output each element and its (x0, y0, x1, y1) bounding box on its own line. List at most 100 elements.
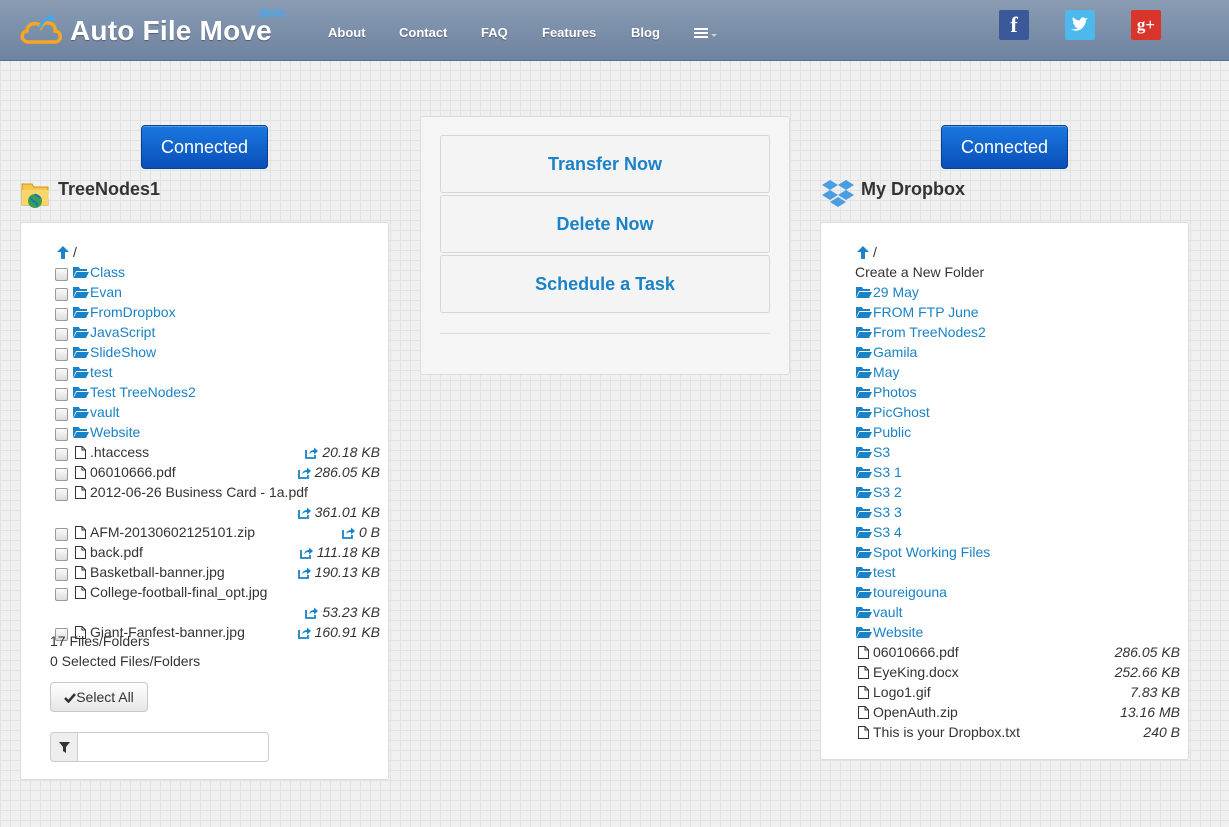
folder-row[interactable]: Evan (21, 283, 388, 303)
folder-name[interactable]: Website (90, 423, 140, 441)
folder-name[interactable]: Evan (90, 283, 122, 301)
schedule-task-button[interactable]: Schedule a Task (440, 255, 770, 313)
select-checkbox[interactable] (55, 328, 68, 341)
nav-blog[interactable]: Blog (631, 25, 660, 40)
folder-name[interactable]: FROM FTP June (873, 303, 979, 321)
googleplus-button[interactable]: g+ (1131, 10, 1161, 40)
folder-row[interactable]: vault (821, 603, 1188, 623)
share-link-icon[interactable] (299, 545, 313, 563)
select-checkbox[interactable] (55, 408, 68, 421)
folder-row[interactable]: Class (21, 263, 388, 283)
folder-row[interactable]: PicGhost (821, 403, 1188, 423)
folder-row[interactable]: FROM FTP June (821, 303, 1188, 323)
delete-now-button[interactable]: Delete Now (440, 195, 770, 253)
folder-name[interactable]: Photos (873, 383, 917, 401)
file-row[interactable]: Logo1.gif 7.83 KB (821, 683, 1188, 703)
folder-name[interactable]: S3 1 (873, 463, 902, 481)
folder-row[interactable]: Website (821, 623, 1188, 643)
folder-row[interactable]: FromDropbox (21, 303, 388, 323)
folder-row[interactable]: test (821, 563, 1188, 583)
file-row[interactable]: AFM-20130602125101.zip 0 B (21, 523, 388, 543)
transfer-now-button[interactable]: Transfer Now (440, 135, 770, 193)
folder-row[interactable]: toureigouna (821, 583, 1188, 603)
nav-features[interactable]: Features (542, 25, 596, 40)
folder-name[interactable]: toureigouna (873, 583, 947, 601)
select-checkbox[interactable] (55, 568, 68, 581)
folder-row[interactable]: Spot Working Files (821, 543, 1188, 563)
folder-name[interactable]: vault (873, 603, 903, 621)
folder-row[interactable]: Test TreeNodes2 (21, 383, 388, 403)
folder-row[interactable]: May (821, 363, 1188, 383)
select-checkbox[interactable] (55, 588, 68, 601)
facebook-button[interactable]: f (999, 10, 1029, 40)
folder-row[interactable]: S3 2 (821, 483, 1188, 503)
nav-contact[interactable]: Contact (399, 25, 447, 40)
file-row[interactable]: OpenAuth.zip 13.16 MB (821, 703, 1188, 723)
select-checkbox[interactable] (55, 488, 68, 501)
create-folder-link[interactable]: Create a New Folder (821, 263, 1188, 283)
folder-row[interactable]: Photos (821, 383, 1188, 403)
select-checkbox[interactable] (55, 268, 68, 281)
share-link-icon[interactable] (342, 525, 355, 543)
folder-row[interactable]: From TreeNodes2 (821, 323, 1188, 343)
folder-name[interactable]: Test TreeNodes2 (90, 383, 196, 401)
file-row[interactable]: Basketball-banner.jpg 190.13 KB (21, 563, 388, 583)
folder-row[interactable]: S3 (821, 443, 1188, 463)
file-row[interactable]: EyeKing.docx 252.66 KB (821, 663, 1188, 683)
select-checkbox[interactable] (55, 368, 68, 381)
file-row[interactable]: College-football-final_opt.jpg 53.23 KB (21, 583, 388, 620)
folder-name[interactable]: May (873, 363, 899, 381)
share-link-icon[interactable] (305, 605, 319, 623)
folder-name[interactable]: From TreeNodes2 (873, 323, 986, 341)
folder-name[interactable]: Class (90, 263, 125, 281)
folder-row[interactable]: vault (21, 403, 388, 423)
twitter-button[interactable] (1065, 10, 1095, 40)
folder-name[interactable]: vault (90, 403, 120, 421)
folder-row[interactable]: SlideShow (21, 343, 388, 363)
select-checkbox[interactable] (55, 448, 68, 461)
folder-row[interactable]: Gamila (821, 343, 1188, 363)
file-row[interactable]: 06010666.pdf 286.05 KB (821, 643, 1188, 663)
select-checkbox[interactable] (55, 548, 68, 561)
folder-row[interactable]: S3 4 (821, 523, 1188, 543)
folder-name[interactable]: FromDropbox (90, 303, 176, 321)
folder-name[interactable]: S3 4 (873, 523, 902, 541)
folder-name[interactable]: S3 3 (873, 503, 902, 521)
file-row[interactable]: 2012-06-26 Business Card - 1a.pdf 361.01 … (21, 483, 388, 520)
select-checkbox[interactable] (55, 468, 68, 481)
folder-row[interactable]: JavaScript (21, 323, 388, 343)
select-all-button[interactable]: Select All (50, 682, 148, 712)
filter-input[interactable] (77, 732, 269, 762)
folder-name[interactable]: test (90, 363, 113, 381)
folder-row[interactable]: Website (21, 423, 388, 443)
share-link-icon[interactable] (305, 445, 319, 463)
nav-faq[interactable]: FAQ (481, 25, 508, 40)
folder-name[interactable]: JavaScript (90, 323, 155, 341)
folder-name[interactable]: SlideShow (90, 343, 156, 361)
folder-name[interactable]: Public (873, 423, 911, 441)
folder-name[interactable]: 29 May (873, 283, 919, 301)
share-link-icon[interactable] (297, 625, 311, 643)
hamburger-menu-icon[interactable] (694, 27, 720, 39)
share-link-icon[interactable] (297, 465, 311, 483)
up-directory-link[interactable]: / (821, 243, 1188, 263)
file-row[interactable]: back.pdf 111.18 KB (21, 543, 388, 563)
left-connected-button[interactable]: Connected (141, 125, 268, 169)
folder-name[interactable]: Website (873, 623, 923, 641)
file-row[interactable]: .htaccess 20.18 KB (21, 443, 388, 463)
file-row[interactable]: This is your Dropbox.txt 240 B (821, 723, 1188, 743)
select-checkbox[interactable] (55, 348, 68, 361)
folder-name[interactable]: test (873, 563, 896, 581)
select-checkbox[interactable] (55, 388, 68, 401)
share-link-icon[interactable] (297, 565, 311, 583)
select-checkbox[interactable] (55, 528, 68, 541)
folder-row[interactable]: test (21, 363, 388, 383)
right-connected-button[interactable]: Connected (941, 125, 1068, 169)
folder-row[interactable]: S3 1 (821, 463, 1188, 483)
folder-name[interactable]: Gamila (873, 343, 917, 361)
select-checkbox[interactable] (55, 308, 68, 321)
select-checkbox[interactable] (55, 428, 68, 441)
folder-row[interactable]: S3 3 (821, 503, 1188, 523)
nav-about[interactable]: About (328, 25, 366, 40)
file-row[interactable]: 06010666.pdf 286.05 KB (21, 463, 388, 483)
